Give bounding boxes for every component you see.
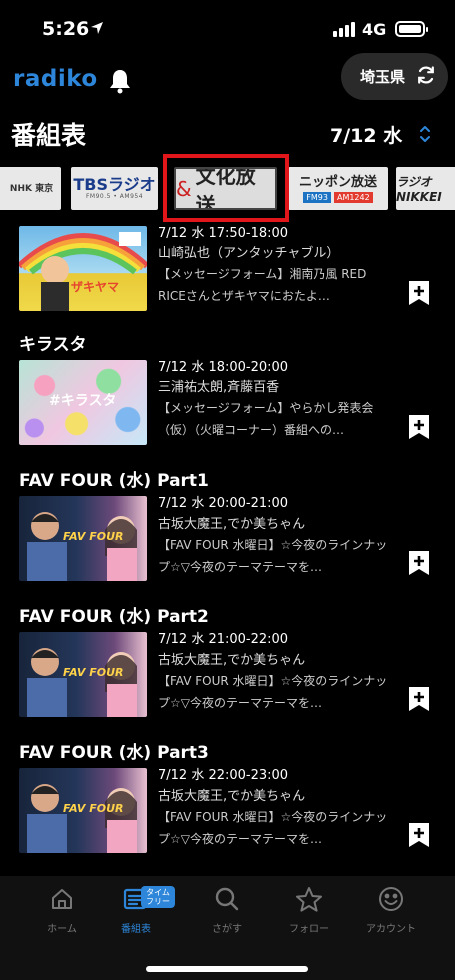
selected-station-highlight [163,154,289,222]
program-time: 7/12 水 20:00-21:00 [158,496,289,511]
prefecture-button[interactable]: 埼玉県 [341,53,448,100]
thumbnail-caption: #キラスタ [49,393,117,409]
tab-program-guide-label: 番組表 [121,924,151,935]
bookmark-add-icon[interactable] [408,822,430,848]
station-nippon-hoso[interactable]: ニッポン放送 FM93 AM1242 [288,167,388,210]
status-time: 5:26 [42,18,90,40]
station-nhk[interactable]: NHK 東京 [0,167,61,210]
tab-account-label: アカウント [366,924,416,935]
station-tbs-label: TBSラジオ [73,175,156,194]
status-bar: 5:26 4G [0,0,455,54]
program-time: 7/12 水 17:50-18:00 [158,226,289,241]
battery-icon [395,21,428,37]
tab-search[interactable]: さがす [182,884,272,935]
network-type: 4G [362,20,387,39]
bookmark-add-icon[interactable] [408,686,430,712]
program-description: 【メッセージフォーム】湘南乃風 RED RICEさんとザキヤマにおたよ… [158,267,367,303]
search-icon [182,884,272,914]
station-lf-fm: FM93 [303,191,331,203]
prefecture-label: 埼玉県 [360,68,406,86]
bottom-tab-bar: ホーム タイム フリー 番組表 さがす フォロー アカウント [0,876,455,980]
tab-follow-label: フォロー [289,924,329,935]
program-time: 7/12 水 22:00-23:00 [158,768,289,783]
refresh-icon [415,64,437,90]
program-cast: 古坂大魔王,でか美ちゃん [158,789,306,804]
station-tbs[interactable]: TBSラジオ FM90.5 • AM954 [71,167,158,210]
program-thumbnail: ザキヤマ [19,226,147,311]
program-description: 【メッセージフォーム】やらかし発表会（仮）（火曜コーナー）番組への… [158,401,374,437]
location-arrow-icon [90,20,104,39]
tab-account[interactable]: アカウント [346,884,436,935]
station-tbs-freq: FM90.5 • AM954 [85,193,144,200]
program-title: FAV FOUR (水) Part3 [19,743,209,763]
star-icon [264,884,354,914]
bookmark-add-icon[interactable] [408,414,430,440]
thumbnail-caption: FAV FOUR [63,666,124,679]
tab-follow[interactable]: フォロー [264,884,354,935]
account-smile-icon [346,884,436,914]
station-lf-label: ニッポン放送 [298,174,377,190]
tab-program-guide[interactable]: タイム フリー 番組表 [91,884,181,935]
tab-search-label: さがす [212,924,242,935]
thumbnail-caption: FAV FOUR [63,802,124,815]
program-thumbnail: #キラスタ [19,360,147,445]
station-nhk-label: NHK 東京 [9,183,54,194]
program-cast: 古坂大魔王,でか美ちゃん [158,517,306,532]
program-description: 【FAV FOUR 水曜日】☆今夜のラインナップ☆▽今夜のテーマテーマを… [158,538,388,574]
home-indicator[interactable] [146,966,308,972]
bookmark-add-icon[interactable] [408,550,430,576]
program-cast: 古坂大魔王,でか美ちゃん [158,653,306,668]
program-thumbnail: FAV FOUR [19,632,147,717]
thumbnail-caption: ザキヤマ [71,280,120,294]
program-title: FAV FOUR (水) Part1 [19,471,209,491]
station-lf-am: AM1242 [333,191,373,203]
timefree-badge: タイム フリー [141,886,175,908]
program-time: 7/12 水 18:00-20:00 [158,360,289,375]
program-description: 【FAV FOUR 水曜日】☆今夜のラインナップ☆▽今夜のテーマテーマを… [158,674,388,710]
bookmark-add-icon[interactable] [408,280,430,306]
station-radio-nikkei[interactable]: ラジオNIKKEI [396,167,455,210]
chevron-up-down-icon[interactable] [419,124,431,148]
program-thumbnail: FAV FOUR [19,768,147,853]
thumbnail-caption: FAV FOUR [63,530,124,543]
program-cast: 三浦祐太朗,斉藤百香 [158,380,280,395]
program-thumbnail: FAV FOUR [19,496,147,581]
app-logo: radiko [13,66,98,92]
station-ni-label: ラジオNIKKEI [396,175,442,204]
program-cast: 山崎弘也（アンタッチャブル） [158,246,340,261]
program-title: FAV FOUR (水) Part2 [19,607,209,627]
notification-bell-icon[interactable] [108,68,132,98]
program-title: キラスタ [19,335,87,355]
page-title: 番組表 [11,121,87,150]
cellular-signal-icon [333,22,355,37]
program-description: 【FAV FOUR 水曜日】☆今夜のラインナップ☆▽今夜のテーマテーマを… [158,810,388,846]
date-label[interactable]: 7/12 水 [330,121,402,148]
program-time: 7/12 水 21:00-22:00 [158,632,289,647]
